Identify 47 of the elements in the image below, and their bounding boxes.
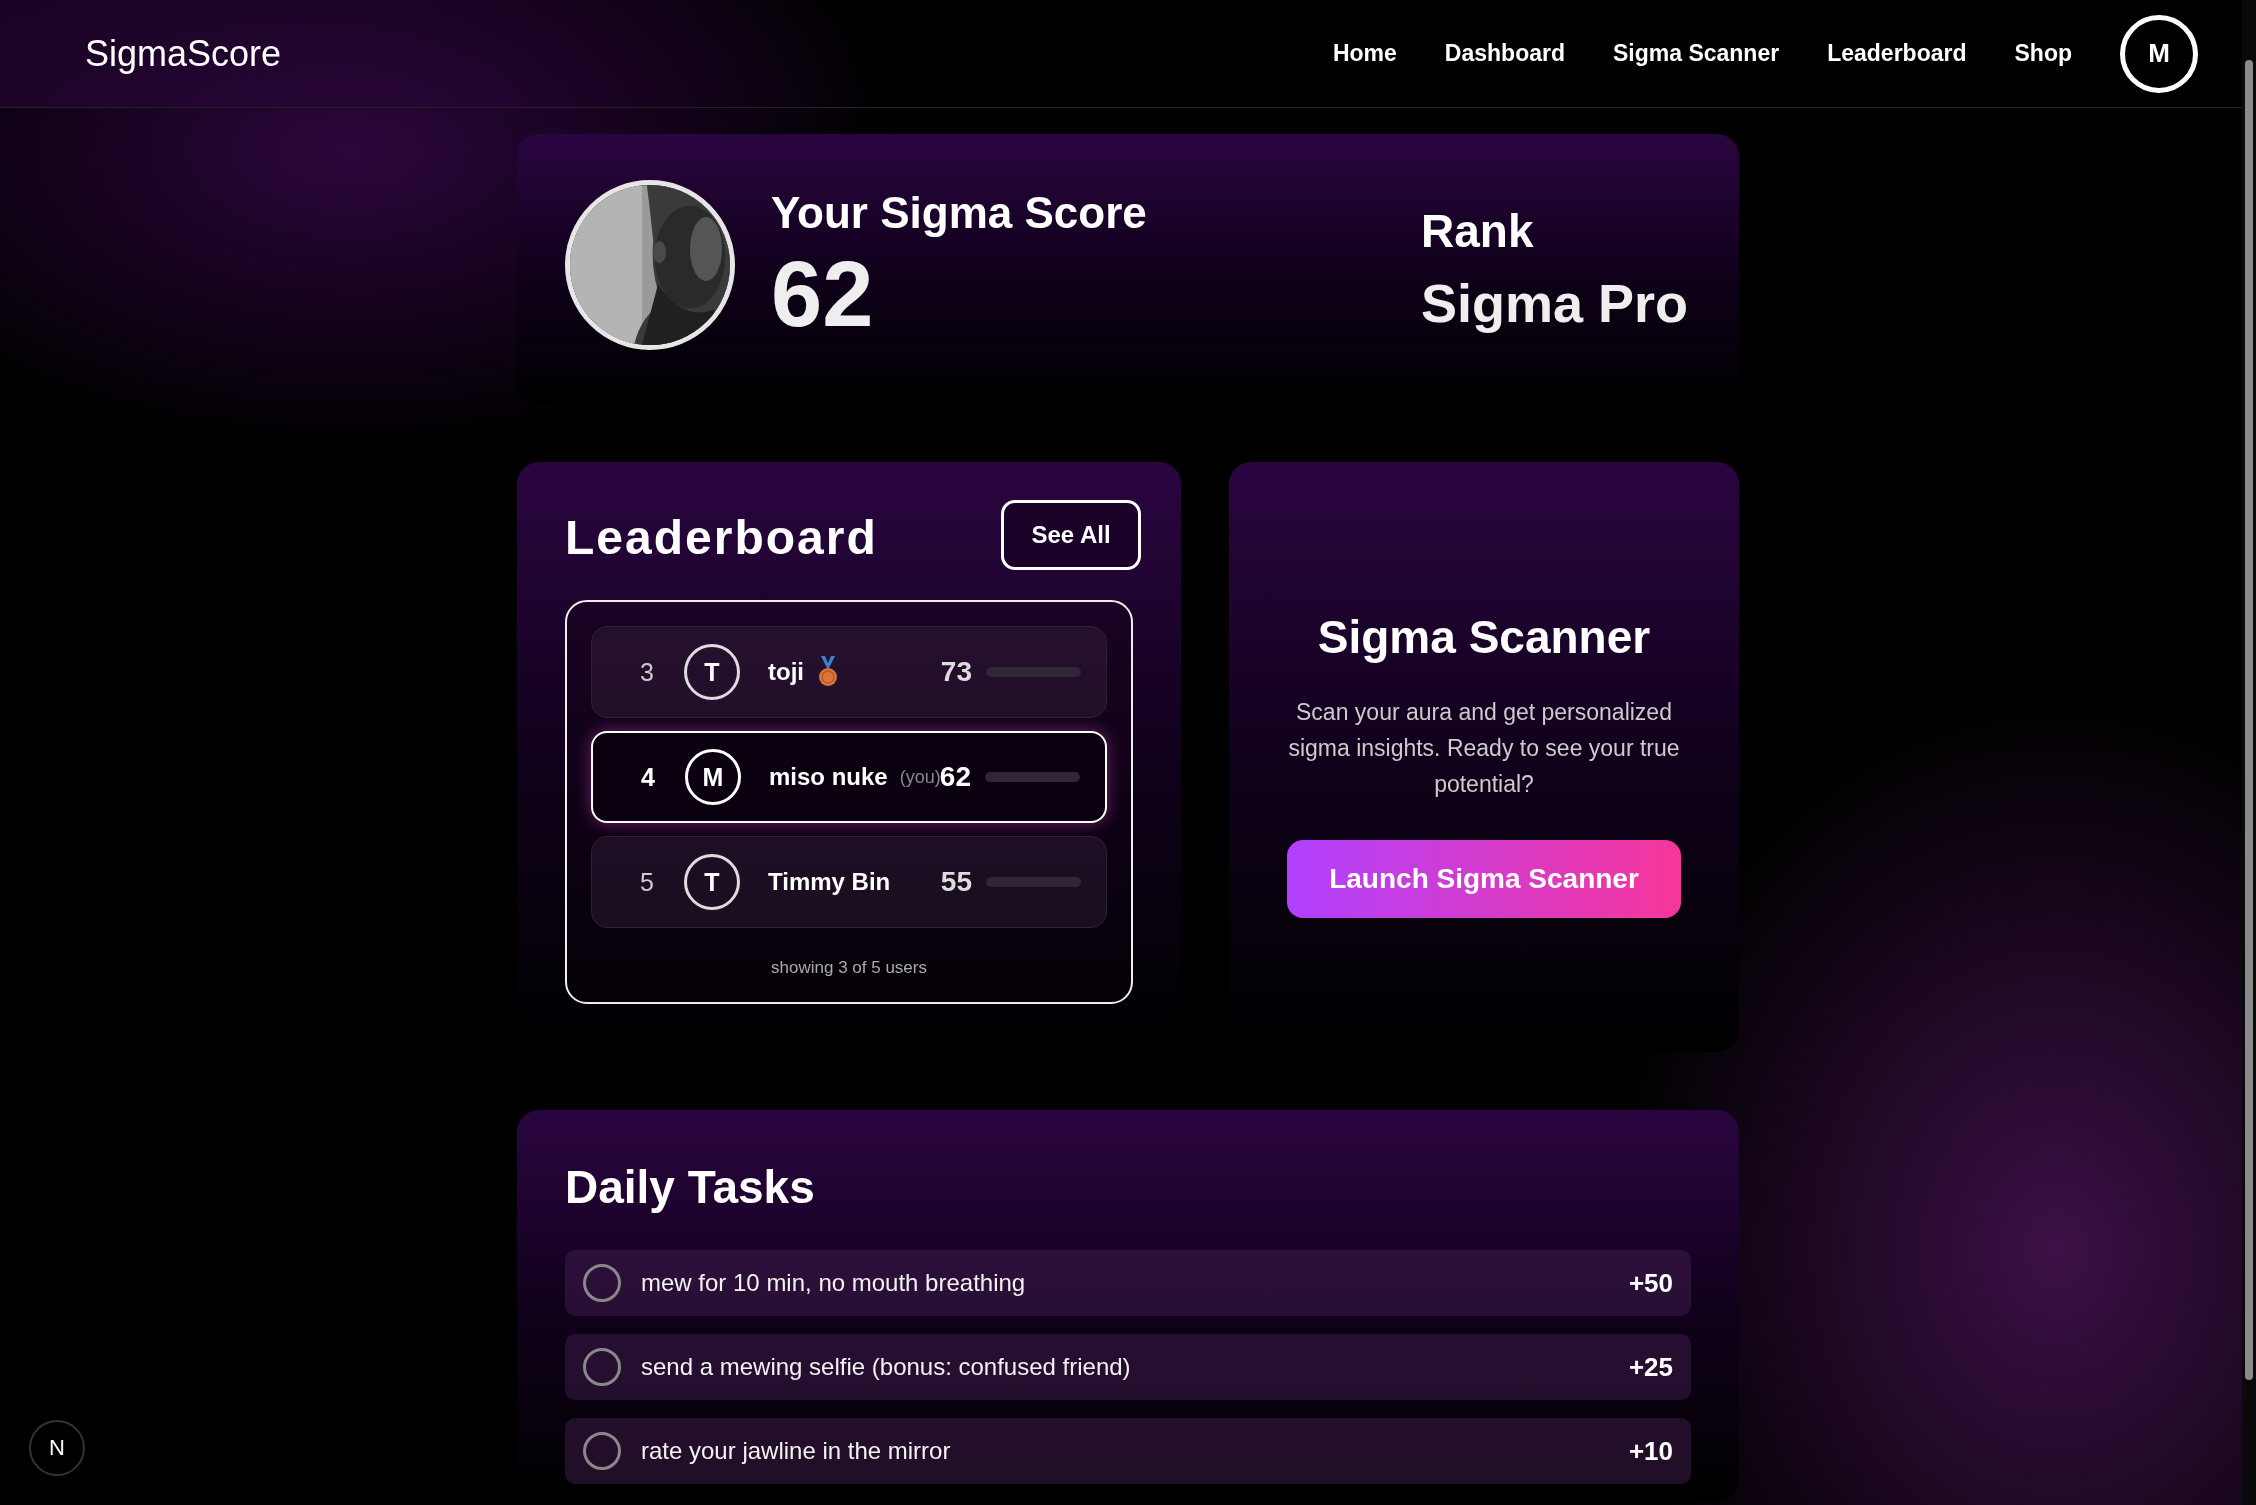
scrollbar[interactable]	[2242, 0, 2256, 1505]
launch-scanner-button[interactable]: Launch Sigma Scanner	[1287, 840, 1681, 918]
task-label: send a mewing selfie (bonus: confused friend)	[641, 1353, 1132, 1381]
user-avatar: T	[684, 854, 740, 910]
nav-link[interactable]: Leaderboard	[1827, 40, 1967, 67]
brand-logo[interactable]: SigmaScore	[85, 32, 282, 75]
leaderboard-row[interactable]: 3 T toji 73	[591, 626, 1107, 718]
dev-tools-button[interactable]: N	[29, 1420, 85, 1476]
user-name: toji	[768, 658, 804, 686]
task-points: +50	[1628, 1267, 1673, 1299]
nav-link[interactable]: Sigma Scanner	[1613, 40, 1780, 67]
score-value: 55	[939, 866, 972, 898]
leaderboard-row[interactable]: 5 T Timmy Bin 55	[591, 836, 1107, 928]
scanner-description: Scan your aura and get personalized sigma insights. Ready to see your true potential?	[1287, 698, 1681, 799]
leaderboard-title: Leaderboard	[565, 509, 878, 565]
task-points: +25	[1628, 1351, 1673, 1383]
leaderboard-row[interactable]: 4 M miso nuke (you)62	[591, 731, 1107, 823]
score-title: Your Sigma Score	[771, 188, 1148, 238]
profile-avatar[interactable]: M	[2120, 14, 2198, 93]
score-value: 73	[939, 656, 972, 688]
rank-number: 5	[639, 867, 655, 897]
task-checkbox[interactable]	[583, 1348, 621, 1386]
user-count-text: showing 3 of 5 users	[770, 958, 928, 978]
score-value: 62	[771, 248, 875, 340]
nav-link[interactable]: Shop	[2014, 40, 2072, 67]
task-points: +10	[1628, 1435, 1673, 1467]
user-avatar: T	[684, 644, 740, 700]
scanner-title: Sigma Scanner	[1317, 610, 1651, 664]
user-name: Timmy Bin	[768, 868, 891, 896]
task-label: mew for 10 min, no mouth breathing	[641, 1269, 1027, 1297]
task-label: rate your jawline in the mirror	[641, 1437, 952, 1465]
nav-link[interactable]: Dashboard	[1444, 40, 1565, 67]
nav-link[interactable]: Home	[1332, 40, 1397, 67]
see-all-button[interactable]: See All	[1001, 500, 1141, 570]
rank-label: Rank	[1421, 204, 1535, 258]
rank-value: Sigma Pro	[1421, 272, 1690, 334]
you-label: (you)	[899, 766, 941, 788]
daily-tasks-title: Daily Tasks	[565, 1160, 816, 1214]
task-checkbox[interactable]	[583, 1432, 621, 1470]
user-name: miso nuke	[769, 763, 888, 791]
rank-number: 3	[639, 657, 655, 687]
task-row[interactable]: rate your jawline in the mirror +10	[565, 1418, 1691, 1484]
task-row[interactable]: send a mewing selfie (bonus: confused friend) +25	[565, 1334, 1691, 1400]
task-checkbox[interactable]	[583, 1264, 621, 1302]
rank-number: 4	[640, 762, 656, 792]
task-row[interactable]: mew for 10 min, no mouth breathing +50	[565, 1250, 1691, 1316]
user-avatar: M	[685, 749, 741, 805]
